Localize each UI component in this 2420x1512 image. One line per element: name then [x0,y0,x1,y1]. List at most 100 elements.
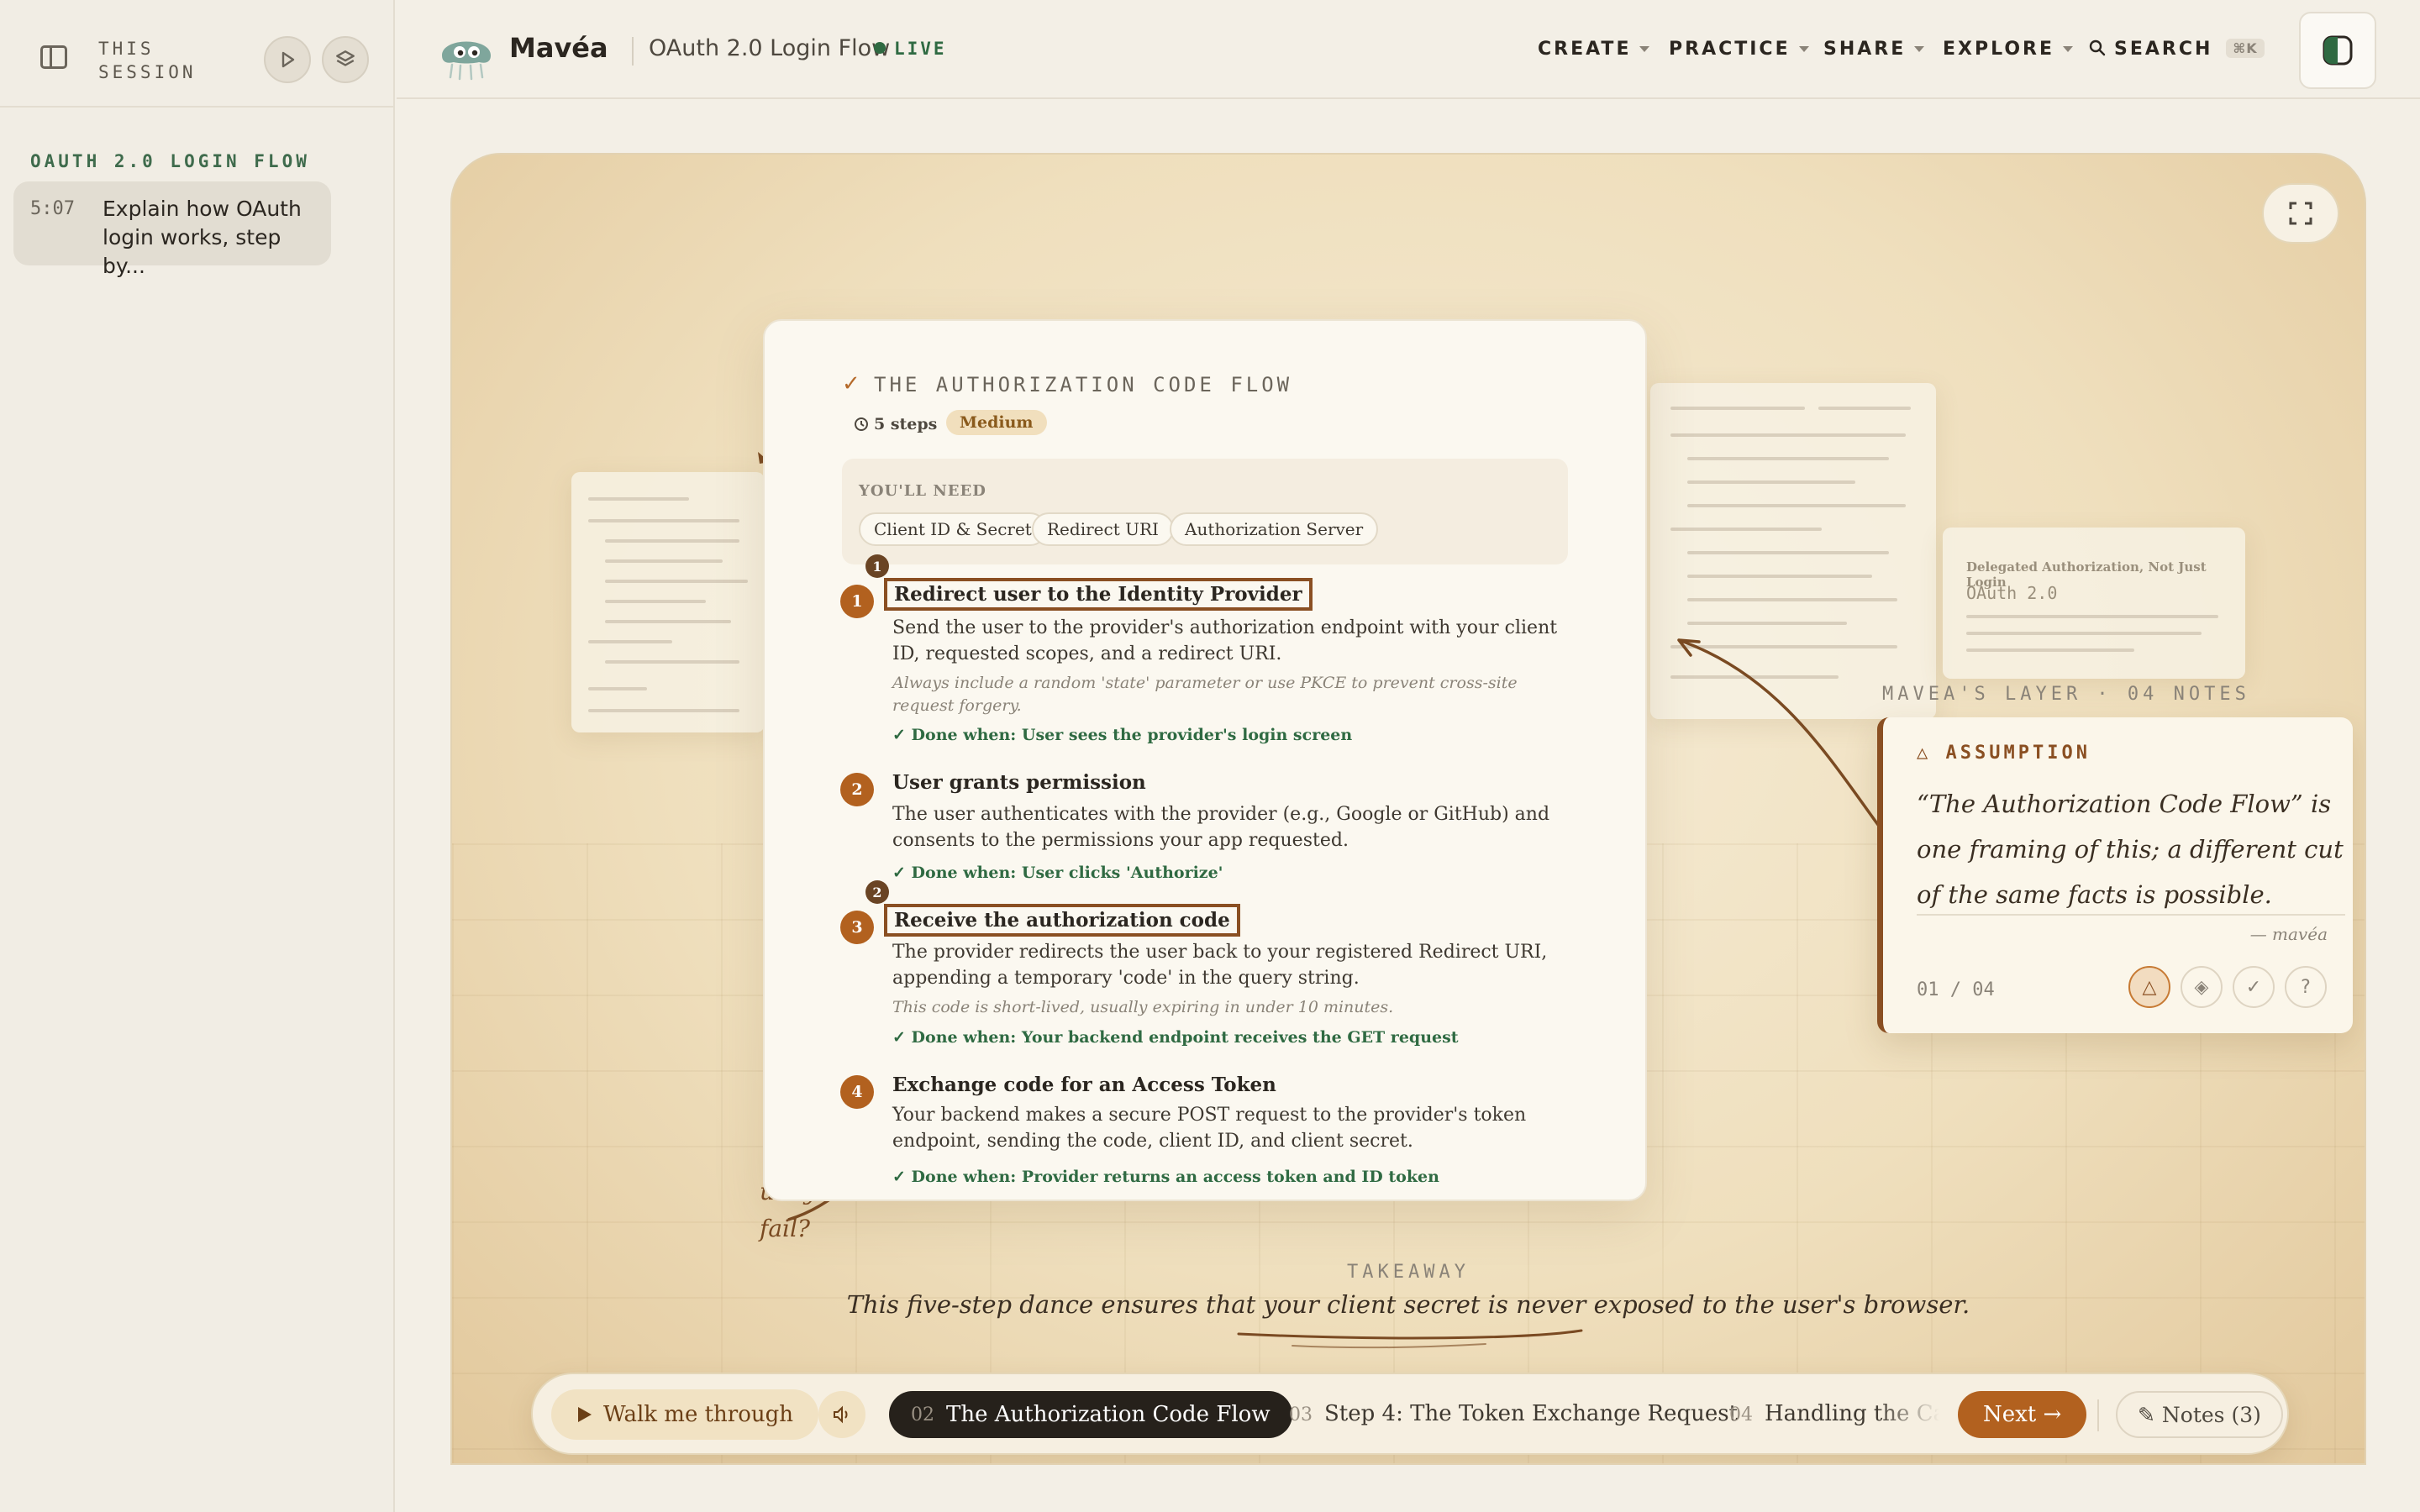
step-number: 2 [840,773,874,806]
step-done-label: Done when: User clicks 'Authorize' [911,864,1223,882]
difficulty-badge: Medium [946,410,1047,435]
note-signature: — mavéa [2249,924,2328,944]
contrast-icon [2323,35,2353,66]
step-title[interactable]: User grants permission [892,771,1146,794]
step-done-label: Done when: User sees the provider's logi… [911,726,1353,744]
sidebar-session-item[interactable]: 5:07 Explain how OAuth login works, step… [13,181,331,278]
step-done-label: Done when: Your backend endpoint receive… [911,1028,1459,1047]
live-badge: LIVE [874,39,947,59]
chevron-down-icon [1798,46,1809,52]
nav-share-label: SHARE [1823,39,1907,60]
search-icon [2089,39,2106,56]
bottom-bar-divider [2097,1399,2099,1431]
step-done: ✓ Done when: Your backend endpoint recei… [892,1028,1459,1047]
requirements-box: YOU'LL NEED Client ID & Secret Redirect … [842,459,1568,564]
requirement-pill[interactable]: Redirect URI [1032,512,1174,546]
search-label: SEARCH [2114,39,2213,60]
note-kind-label: ASSUMPTION [1945,743,2091,764]
step-description: Send the user to the provider's authoriz… [892,617,1558,664]
next-button[interactable]: Next → [1958,1391,2087,1438]
step-note: This code is short-lived, usually expiri… [892,998,1394,1016]
handwritten-note-2: fail? [760,1215,810,1242]
card-title: THE AUTHORIZATION CODE FLOW [874,373,1293,396]
assumption-note-card[interactable]: △ ASSUMPTION “The Authorization Code Flo… [1877,717,2353,1033]
question-filter-button[interactable]: ? [2285,966,2327,1008]
chevron-down-icon [2063,46,2074,52]
nav-explore-label: EXPLORE [1943,39,2055,60]
sidebar: THIS SESSION OAUTH 2.0 LOGIN FLOW 5:07 E… [0,0,395,1512]
layers-icon [336,50,355,66]
theme-toggle-button[interactable] [2299,12,2376,89]
jellyfish-logo-icon[interactable] [437,25,496,84]
brand-name[interactable]: Mavéa [509,32,608,64]
nav-share[interactable]: SHARE [1823,39,1925,60]
chapter-number: 03 [1289,1404,1313,1425]
step-title[interactable]: Exchange code for an Access Token [892,1074,1276,1096]
annotation-badge[interactable]: 2 [865,880,889,904]
sidebar-title: THIS SESSION [98,39,197,82]
note-kind: △ ASSUMPTION [1917,743,2091,764]
nav-practice[interactable]: PRACTICE [1669,39,1809,60]
takeaway-text: This five-step dance ensures that your c… [846,1290,1970,1319]
chevron-down-icon [1914,46,1925,52]
current-chapter-tab[interactable]: 02 The Authorization Code Flow [889,1391,1292,1438]
step-done-label: Done when: Provider returns an access to… [911,1168,1439,1186]
top-bar: Mavéa OAuth 2.0 Login Flow LIVE CREATE P… [397,0,2420,99]
chapter-title: Step 4: The Token Exchange Request [1324,1401,1739,1426]
requirements-label: YOU'LL NEED [859,482,986,500]
breadcrumb-title[interactable]: OAuth 2.0 Login Flow [632,35,890,61]
speaker-icon [834,1405,848,1424]
step-number: 3 [840,911,874,944]
chapter-tab[interactable]: 04 Handling the Callback [1729,1401,1939,1426]
confirm-filter-button[interactable]: ✓ [2233,966,2275,1008]
note-text: “The Authorization Code Flow” is one fra… [1917,790,2344,909]
assumption-filter-button[interactable]: △ [2128,966,2170,1008]
steps-count: 5 steps [854,415,937,433]
step-done: ✓ Done when: Provider returns an access … [892,1168,1439,1186]
sidebar-toggle-icon[interactable] [40,45,67,69]
requirement-pill[interactable]: Client ID & Secret [859,512,1047,546]
canvas-stage: Delegated Authorization, Not Just Login … [450,153,2366,1465]
nav-create[interactable]: CREATE [1538,39,1650,60]
chapter-number: 04 [1729,1404,1753,1425]
walk-through-label: Walk me through [603,1402,794,1427]
chapter-title: The Authorization Code Flow [946,1402,1270,1427]
takeaway-label: TAKEAWAY [1347,1262,1470,1283]
step-number: 1 [840,585,874,618]
clock-icon [855,417,868,431]
step-title[interactable]: Receive the authorization code [884,904,1240,937]
chapter-tab[interactable]: 03 Step 4: The Token Exchange Request [1289,1401,1738,1426]
step-title[interactable]: Redirect user to the Identity Provider [884,578,1313,611]
play-icon [281,51,295,68]
search-shortcut: ⌘K [2226,39,2265,58]
live-label: LIVE [894,39,947,59]
flow-card: ✓ THE AUTHORIZATION CODE FLOW 5 steps Me… [763,319,1647,1201]
session-text: Explain how OAuth login works, step by..… [103,197,302,278]
notes-button[interactable]: ✎ Notes (3) [2116,1391,2283,1438]
insight-filter-button[interactable]: ◈ [2181,966,2223,1008]
step-description: The provider redirects the user back to … [892,942,1548,989]
search-button[interactable]: SEARCH ⌘K [2089,39,2265,60]
step-description: Your backend makes a secure POST request… [892,1105,1527,1152]
nav-practice-label: PRACTICE [1669,39,1791,60]
chapter-number: 02 [911,1404,934,1425]
annotation-badge[interactable]: 1 [865,554,889,578]
walk-through-button[interactable]: Walk me through [551,1389,819,1440]
play-button[interactable] [264,36,311,83]
note-divider [1917,914,2345,916]
steps-count-label: 5 steps [874,415,938,433]
step-done: ✓ Done when: User clicks 'Authorize' [892,864,1223,882]
audio-button[interactable] [818,1391,865,1438]
requirement-pill[interactable]: Authorization Server [1170,512,1379,546]
chapter-bar: Walk me through 02 The Authorization Code… [531,1373,2289,1455]
layer-label: MAVEA'S LAYER · 04 NOTES [1882,684,2250,705]
step-description: The user authenticates with the provider… [892,804,1550,851]
check-icon: ✓ [842,371,860,396]
step-done: ✓ Done when: User sees the provider's lo… [892,726,1353,744]
sidebar-section-label: OAUTH 2.0 LOGIN FLOW [30,151,310,171]
step-number: 4 [840,1075,874,1109]
nav-create-label: CREATE [1538,39,1632,60]
nav-explore[interactable]: EXPLORE [1943,39,2074,60]
chevron-down-icon [1639,46,1650,52]
layers-button[interactable] [322,36,369,83]
